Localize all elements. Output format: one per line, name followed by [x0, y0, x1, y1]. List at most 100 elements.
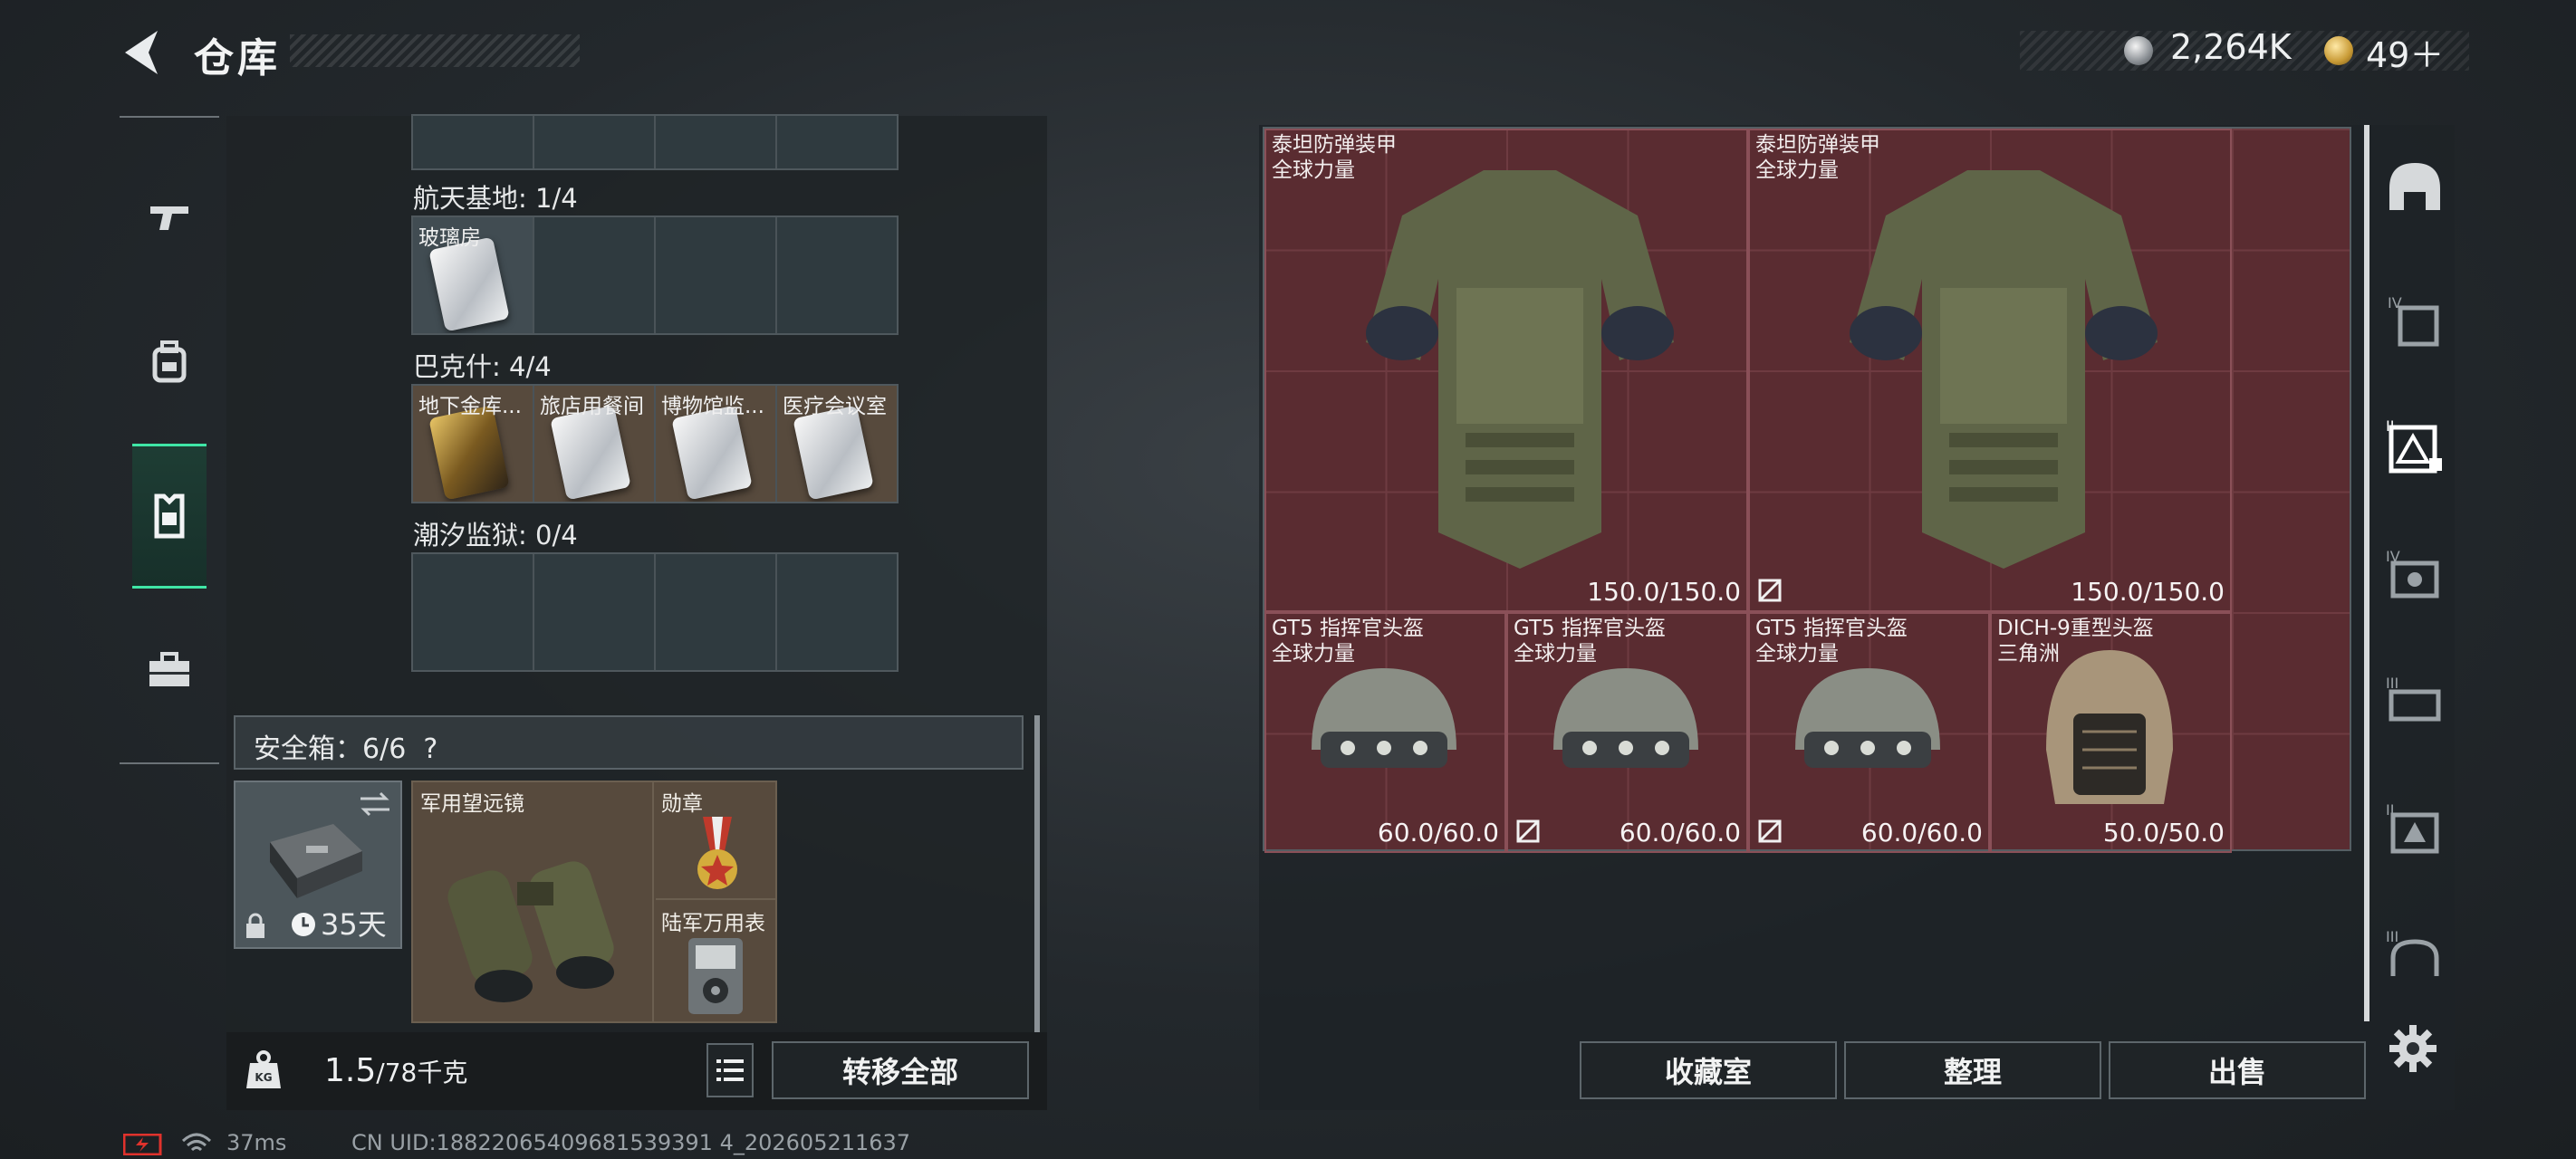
durability-label: 150.0/150.0 — [2071, 577, 2225, 607]
page-title: 仓库 — [194, 35, 281, 81]
organize-button[interactable]: 整理 — [1844, 1041, 2101, 1099]
safe-box-label: 安全箱：6/6 ? — [254, 733, 438, 765]
keycard-slot[interactable] — [777, 217, 897, 333]
item-name: 泰坦防弹装甲 全球力量 — [1272, 133, 1397, 182]
multimeter-image — [688, 938, 743, 1014]
keycard-slot[interactable] — [656, 554, 775, 670]
back-arrow-icon[interactable] — [118, 25, 167, 80]
keycard-item[interactable]: 博物馆监... — [656, 386, 775, 502]
safe-item-multimeter[interactable]: 陆军万用表 — [656, 902, 775, 1021]
keycard-slot[interactable] — [534, 116, 654, 168]
helmet-filter-icon[interactable] — [2382, 156, 2447, 221]
title-hatch-decoration — [290, 34, 580, 67]
list-view-button[interactable] — [706, 1043, 754, 1097]
transfer-all-button[interactable]: 转移全部 — [772, 1041, 1029, 1099]
svg-text:KG: KG — [255, 1071, 272, 1084]
settings-gear-icon[interactable] — [2388, 1023, 2438, 1074]
sell-button[interactable]: 出售 — [2109, 1041, 2366, 1099]
gold-coin-icon — [2324, 36, 2353, 65]
stash-item-helmet[interactable]: GT5 指挥官头盔 全球力量 60.0/60.0 — [1748, 612, 1990, 853]
binoculars-image — [447, 861, 614, 1002]
keycard-label: 玻璃房 — [418, 226, 481, 250]
durability-label: 60.0/60.0 — [1860, 818, 1983, 848]
keycard-label: 博物馆监... — [661, 395, 764, 418]
tier4-armor-filter-icon[interactable]: IV — [2382, 288, 2447, 353]
helmet-image — [1553, 668, 1698, 768]
item-label: 陆军万用表 — [661, 912, 765, 935]
non-sellable-icon — [1758, 819, 1782, 843]
keycard-slot[interactable] — [777, 116, 897, 168]
keycard-image — [550, 405, 631, 501]
keycard-item[interactable]: 地下金库... — [413, 386, 533, 502]
safe-box-header[interactable]: 安全箱：6/6 ? — [234, 715, 1024, 770]
filter-rail: IV II IV III II III — [2364, 125, 2451, 1021]
nav-weapon[interactable] — [132, 145, 207, 290]
non-sellable-icon — [1758, 579, 1782, 602]
stash-item-armor[interactable]: 泰坦防弹装甲 全球力量 150.0/150.0 — [1748, 129, 2232, 612]
nav-backpack[interactable] — [132, 290, 207, 435]
item-name: GT5 指挥官头盔 全球力量 — [1755, 617, 1908, 666]
nav-armor-vest[interactable] — [132, 444, 207, 589]
keycard-slot[interactable] — [534, 554, 654, 670]
keycard-image — [671, 405, 753, 501]
item-name: DICH-9重型头盔 三角洲 — [1997, 617, 2154, 666]
keycard-image — [428, 405, 510, 501]
keycard-label: 地下金库... — [418, 395, 522, 418]
armor-filter-icon-active[interactable]: II — [2382, 413, 2447, 478]
helmet-image — [1312, 668, 1456, 768]
safe-case-image — [270, 824, 362, 898]
keycard-grid-top — [411, 114, 899, 170]
swap-icon[interactable] — [359, 791, 391, 817]
tier2-helmet-filter-icon[interactable]: II — [2382, 795, 2447, 860]
svg-text:III: III — [2386, 675, 2398, 692]
safe-box-container[interactable]: 35天 — [234, 781, 402, 949]
keycard-grid-space-base: 玻璃房 — [411, 216, 899, 335]
keycard-label: 旅店用餐间 — [540, 395, 644, 418]
safe-timer: 35天 — [321, 907, 387, 942]
armor-image — [1850, 170, 2158, 569]
durability-label: 50.0/50.0 — [2102, 818, 2225, 848]
helmet-image — [1795, 668, 1940, 768]
keycard-slot[interactable] — [656, 116, 775, 168]
help-icon[interactable]: ? — [423, 733, 437, 765]
ping-readout: 37ms — [226, 1130, 287, 1155]
keycard-slot[interactable] — [656, 217, 775, 333]
gold-amount[interactable]: 49＋ — [2366, 27, 2444, 77]
weight-current: 1.5 — [324, 1052, 377, 1089]
heavy-helmet-image — [2046, 650, 2173, 804]
tier3-armor-filter-icon[interactable]: III — [2382, 668, 2447, 733]
keycard-item[interactable]: 旅店用餐间 — [534, 386, 654, 502]
keycard-slot[interactable] — [777, 554, 897, 670]
keycard-slot[interactable] — [413, 116, 533, 168]
safe-item-binoculars[interactable]: 军用望远镜 — [413, 782, 654, 1021]
medal-image — [697, 817, 737, 889]
nav-toolbox[interactable] — [132, 598, 207, 742]
item-name: GT5 指挥官头盔 全球力量 — [1272, 617, 1424, 666]
keycard-grid-tidal-prison — [411, 552, 899, 672]
stash-item-helmet[interactable]: GT5 指挥官头盔 全球力量 60.0/60.0 — [1264, 612, 1506, 853]
item-label: 勋章 — [661, 792, 703, 816]
durability-label: 60.0/60.0 — [1619, 818, 1741, 848]
armor-image — [1366, 170, 1674, 569]
group-label-baksh: 巴克什: 4/4 — [413, 351, 552, 382]
keycard-slot[interactable] — [413, 554, 533, 670]
keycard-item[interactable]: 医疗会议室 — [777, 386, 897, 502]
keycard-item[interactable]: 玻璃房 — [413, 217, 533, 333]
keycard-image — [793, 405, 874, 501]
silver-coin-icon — [2124, 36, 2153, 65]
category-nav — [120, 116, 219, 764]
tier4-helmet-filter-icon[interactable]: IV — [2382, 541, 2447, 607]
tier3-helmet-filter-icon[interactable]: III — [2382, 922, 2447, 987]
safe-box-items: 军用望远镜 勋章 陆军万用表 — [411, 781, 777, 1023]
item-name: GT5 指挥官头盔 全球力量 — [1514, 617, 1666, 666]
keycard-slot[interactable] — [534, 217, 654, 333]
collection-room-button[interactable]: 收藏室 — [1580, 1041, 1837, 1099]
keycard-label: 医疗会议室 — [783, 395, 887, 418]
stash-item-helmet[interactable]: GT5 指挥官头盔 全球力量 60.0/60.0 — [1506, 612, 1748, 853]
scrollbar[interactable] — [1034, 715, 1040, 1032]
clock-icon — [292, 913, 315, 936]
safe-item-medal[interactable]: 勋章 — [656, 782, 775, 900]
stash-item-armor[interactable]: 泰坦防弹装甲 全球力量 150.0/150.0 — [1264, 129, 1748, 612]
durability-label: 60.0/60.0 — [1377, 818, 1499, 848]
stash-item-helmet[interactable]: DICH-9重型头盔 三角洲 50.0/50.0 — [1990, 612, 2232, 853]
